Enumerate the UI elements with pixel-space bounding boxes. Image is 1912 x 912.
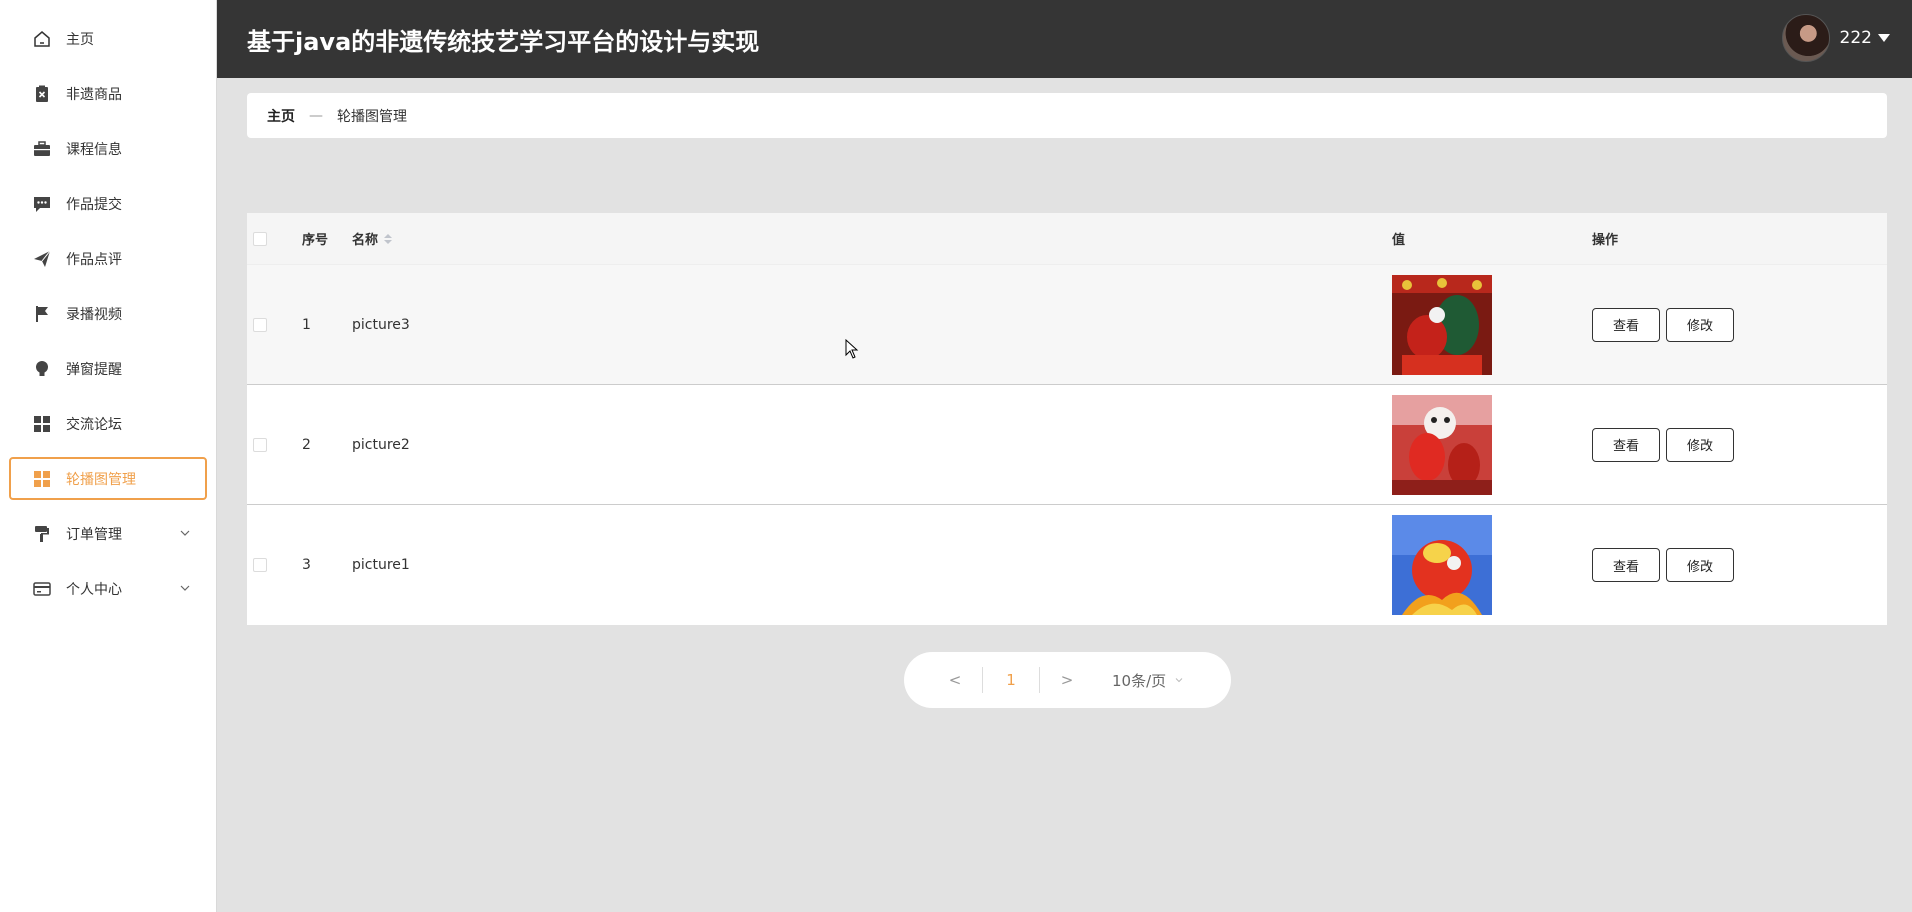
grid-icon [32,414,52,434]
sidebar-item-label: 主页 [66,31,94,48]
header-name[interactable]: 名称 [352,229,393,248]
row-checkbox[interactable] [253,317,267,332]
sidebar-item-popup-reminder[interactable]: 弹窗提醒 [9,347,207,390]
breadcrumb-home[interactable]: 主页 [267,106,295,126]
home-icon [32,29,52,49]
breadcrumb-separator: — [309,107,323,124]
sidebar-item-recorded-video[interactable]: 录播视频 [9,292,207,335]
paint-roller-icon [32,524,52,544]
sidebar-item-label: 交流论坛 [66,416,122,433]
sidebar-item-label: 弹窗提醒 [66,361,122,378]
credit-card-icon [32,579,52,599]
view-button[interactable]: 查看 [1592,427,1660,462]
chat-bubble-icon [32,194,52,214]
top-header: 基于java的非遗传统技艺学习平台的设计与实现 222 [217,0,1912,78]
breadcrumb-current: 轮播图管理 [337,108,407,125]
lion-dance-image [1392,515,1492,615]
row-actions: 查看 修改 [1592,427,1734,462]
caret-down-icon[interactable] [1878,34,1890,42]
grid-icon [32,469,52,489]
page-size-label: 10条/页 [1112,671,1167,690]
table-row: 2 picture2 查看 修改 [247,385,1887,505]
sidebar-item-label: 个人中心 [66,581,122,598]
row-index: 3 [302,557,311,573]
row-checkbox[interactable] [253,437,267,452]
sidebar-item-label: 非遗商品 [66,86,122,103]
prev-page-button[interactable]: < [928,671,982,689]
chevron-down-icon [1175,678,1183,683]
sort-icon[interactable] [384,233,393,244]
pagination: < 1 > 10条/页 [904,652,1231,708]
sidebar-item-label: 录播视频 [66,306,122,323]
carousel-table: 序号 名称 值 操作 1 picture3 查看 修改 2 picture2 查… [247,213,1887,625]
sidebar-item-heritage-goods[interactable]: 非遗商品 [9,72,207,115]
user-name[interactable]: 222 [1840,28,1872,48]
row-index: 2 [302,436,311,453]
sidebar-item-label: 订单管理 [66,526,122,543]
row-name: picture1 [352,557,410,573]
row-actions: 查看 修改 [1592,548,1734,582]
briefcase-icon [32,139,52,159]
clipboard-x-icon [32,84,52,104]
sidebar: 主页 非遗商品 课程信息 作品提交 作品点评 录播视频 弹窗提醒 交流论坛 轮播… [0,0,217,912]
sidebar-item-work-review[interactable]: 作品点评 [9,237,207,280]
app-title: 基于java的非遗传统技艺学习平台的设计与实现 [247,27,760,56]
edit-button[interactable]: 修改 [1666,548,1734,582]
next-page-button[interactable]: > [1040,671,1094,689]
sidebar-item-forum[interactable]: 交流论坛 [9,402,207,445]
sidebar-item-work-submit[interactable]: 作品提交 [9,182,207,225]
row-index: 1 [302,316,311,333]
header-index: 序号 [302,233,329,248]
mouse-cursor-icon [845,339,859,359]
select-all-checkbox[interactable] [253,231,267,246]
row-image [1392,515,1492,615]
current-page[interactable]: 1 [983,671,1039,689]
edit-button[interactable]: 修改 [1666,307,1734,342]
breadcrumb: 主页 — 轮播图管理 [247,93,1887,138]
flag-icon [32,304,52,324]
sidebar-item-personal-center[interactable]: 个人中心 [9,567,207,610]
sidebar-item-orders[interactable]: 订单管理 [9,512,207,555]
user-menu[interactable]: 222 [1781,14,1890,62]
lion-dance-image [1392,274,1492,375]
header-actions: 操作 [1592,233,1619,248]
sidebar-item-label: 作品点评 [66,251,122,268]
lightbulb-icon [32,359,52,379]
edit-button[interactable]: 修改 [1666,427,1734,462]
row-name: picture3 [352,316,410,333]
row-checkbox[interactable] [253,558,267,572]
sidebar-item-label: 课程信息 [66,141,122,158]
sidebar-item-home[interactable]: 主页 [9,17,207,60]
lion-dance-image [1392,394,1492,495]
page-size-select[interactable]: 10条/页 [1112,670,1184,691]
header-value: 值 [1392,233,1406,248]
avatar[interactable] [1781,14,1830,62]
chevron-down-icon[interactable] [179,582,191,594]
sidebar-item-label: 轮播图管理 [66,471,136,488]
row-actions: 查看 修改 [1592,307,1734,342]
paper-plane-icon [32,249,52,269]
row-image [1392,274,1492,375]
table-row: 1 picture3 查看 修改 [247,265,1887,385]
sidebar-item-courses[interactable]: 课程信息 [9,127,207,170]
chevron-down-icon[interactable] [179,527,191,539]
table-row: 3 picture1 查看 修改 [247,505,1887,625]
header-name-label: 名称 [352,233,379,248]
view-button[interactable]: 查看 [1592,307,1660,342]
view-button[interactable]: 查看 [1592,548,1660,582]
sidebar-item-carousel-management[interactable]: 轮播图管理 [9,457,207,500]
row-image [1392,394,1492,495]
table-header: 序号 名称 值 操作 [247,213,1887,265]
sidebar-item-label: 作品提交 [66,196,122,213]
row-name: picture2 [352,436,410,453]
